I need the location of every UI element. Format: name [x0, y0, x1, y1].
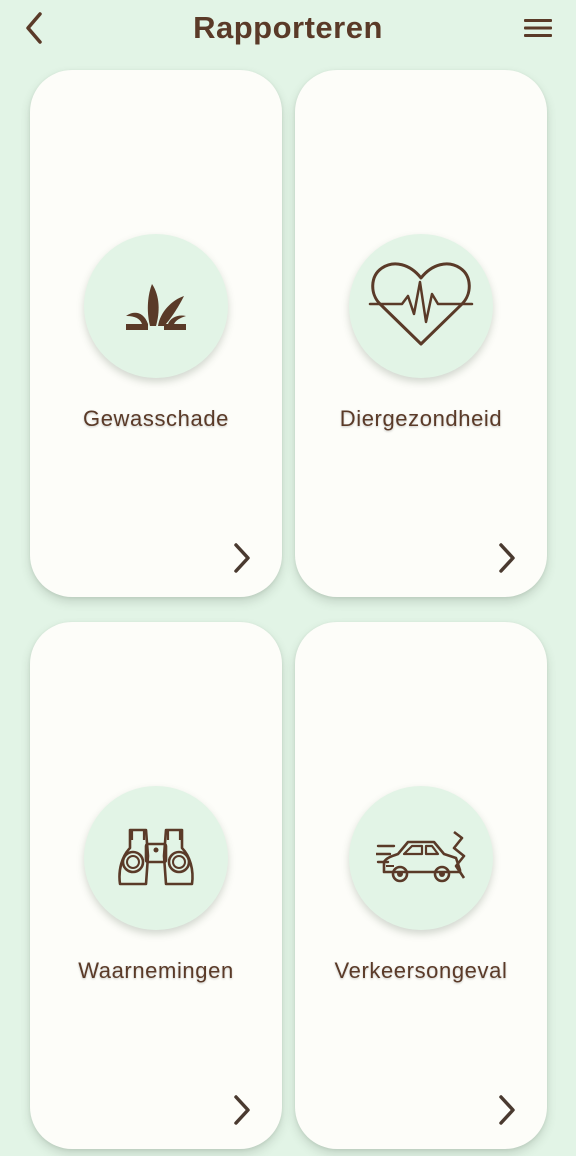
card-waarnemingen[interactable]: Waarnemingen: [30, 622, 282, 1149]
page-title: Rapporteren: [193, 10, 383, 45]
menu-button[interactable]: [518, 8, 558, 48]
chevron-right-icon: [228, 1092, 256, 1128]
crop-sprout-icon: [126, 284, 186, 330]
card-label: Waarnemingen: [78, 958, 234, 983]
heart-pulse-icon: [368, 262, 474, 346]
icon-circle: [84, 786, 228, 930]
card-verkeersongeval[interactable]: Verkeersongeval: [295, 622, 547, 1149]
binoculars-icon: [118, 828, 194, 886]
chevron-right-icon: [228, 540, 256, 576]
card-gewasschade[interactable]: Gewasschade: [30, 70, 282, 597]
chevron-right-icon: [493, 540, 521, 576]
card-label: Gewasschade: [82, 406, 229, 431]
app-header: Rapporteren: [0, 0, 576, 60]
card-diergezondheid[interactable]: Diergezondheid: [295, 70, 547, 597]
icon-circle: [84, 234, 228, 378]
icon-circle: [349, 786, 493, 930]
hamburger-menu-icon: [524, 19, 552, 37]
icon-circle: [349, 234, 493, 378]
chevron-right-icon: [493, 1092, 521, 1128]
car-crash-icon: [376, 830, 466, 883]
card-label: Verkeersongeval: [334, 958, 508, 983]
card-label: Diergezondheid: [339, 406, 503, 431]
